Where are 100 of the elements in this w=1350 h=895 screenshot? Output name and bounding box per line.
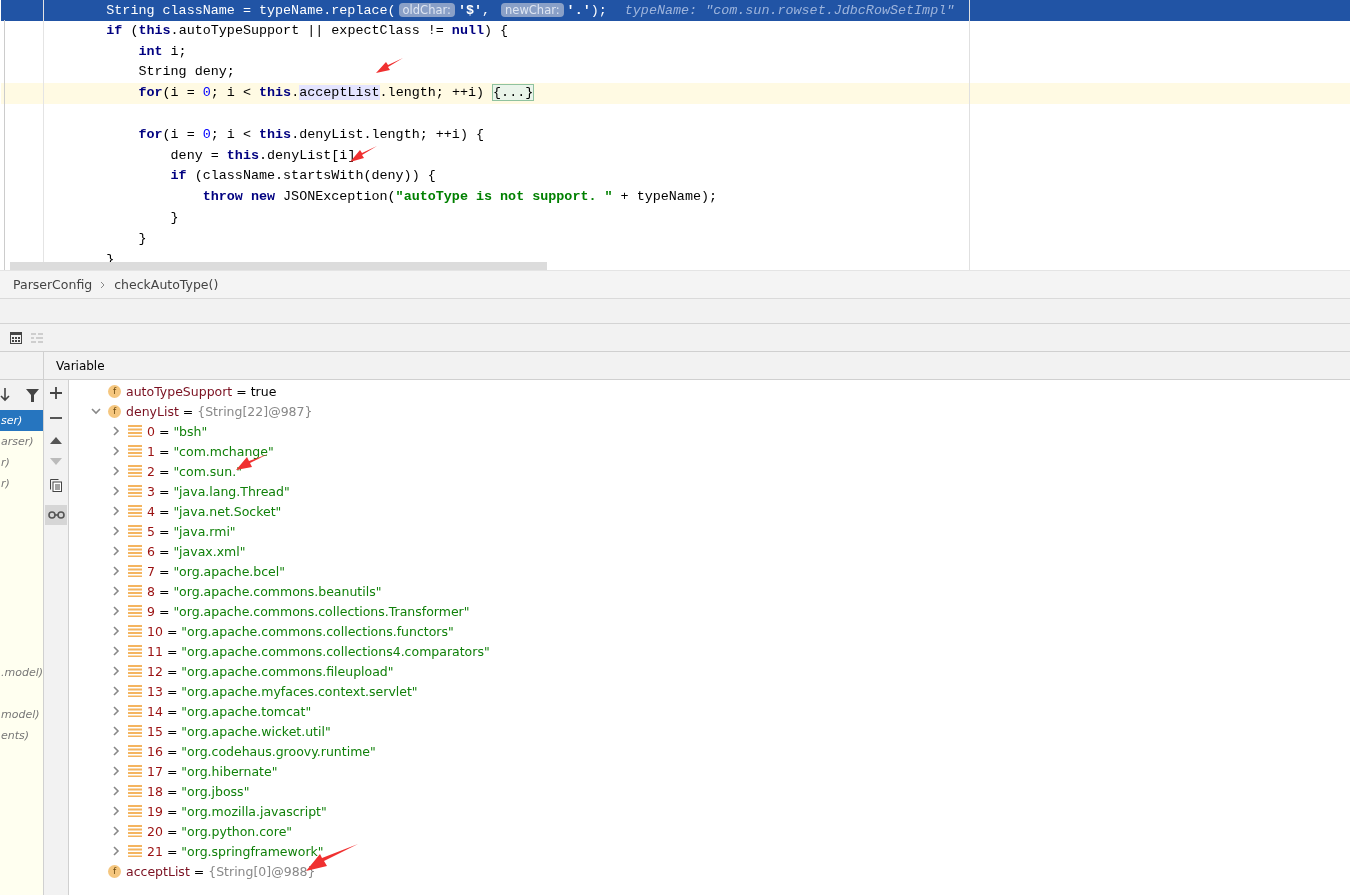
stack-frame[interactable]: r): [0, 473, 43, 494]
array-element-icon: [128, 605, 142, 617]
chevron-right-icon[interactable]: [111, 686, 121, 696]
chevron-down-icon[interactable]: [91, 406, 101, 416]
chevron-right-icon[interactable]: [111, 786, 121, 796]
variable-entry[interactable]: 10 = "org.apache.commons.collections.functors": [147, 623, 454, 639]
chevron-right-icon[interactable]: [111, 466, 121, 476]
array-element-icon: [128, 845, 142, 857]
array-element-icon: [128, 685, 142, 697]
code-line: String className = typeName.replace( oldChar: '$', newChar: '.'); typeName: "com.sun.rowset.JdbcRowSetImpl": [105, 3, 955, 18]
variable-entry[interactable]: 2 = "com.sun.": [147, 463, 242, 479]
chevron-right-icon[interactable]: [111, 566, 121, 576]
chevron-right-icon[interactable]: [111, 526, 121, 536]
variable-entry[interactable]: 12 = "org.apache.commons.fileupload": [147, 663, 394, 679]
array-element-icon: [128, 585, 142, 597]
chevron-right-icon[interactable]: [111, 586, 121, 596]
variable-entry[interactable]: 21 = "org.springframework": [147, 843, 324, 859]
breadcrumb-item[interactable]: ParserConfig: [13, 277, 93, 292]
variable-entry[interactable]: 19 = "org.mozilla.javascript": [147, 803, 327, 819]
variable-entry[interactable]: denyList = {String[22]@987}: [126, 403, 313, 419]
chevron-right-icon[interactable]: [111, 646, 121, 656]
chevron-right-icon[interactable]: [111, 846, 121, 856]
chevron-right-icon[interactable]: [111, 826, 121, 836]
variable-entry[interactable]: 1 = "com.mchange": [147, 443, 274, 459]
filter-icon[interactable]: [26, 388, 39, 402]
glasses-icon[interactable]: [45, 505, 67, 525]
stack-frame[interactable]: ents): [0, 725, 43, 746]
down-arrow-icon[interactable]: [0, 388, 10, 402]
code-line: for(i = 0; i < this.denyList.length; ++i) {: [137, 126, 484, 142]
array-element-icon: [128, 525, 142, 537]
chevron-right-icon[interactable]: [111, 446, 121, 456]
panel-title: Variable: [55, 358, 105, 373]
code-line: int i;: [137, 43, 187, 59]
copy-icon[interactable]: [50, 479, 62, 492]
chevron-right-icon[interactable]: [111, 546, 121, 556]
variable-entry[interactable]: 7 = "org.apache.bcel": [147, 563, 286, 579]
breadcrumb-item[interactable]: checkAutoType(): [114, 277, 219, 292]
variable-entry[interactable]: 4 = "java.net.Socket": [147, 503, 282, 519]
code-line: if (className.startsWith(deny)) {: [169, 168, 436, 184]
chevron-right-icon[interactable]: [111, 486, 121, 496]
chevron-right-icon[interactable]: [111, 506, 121, 516]
array-element-icon: [128, 665, 142, 677]
stack-frame[interactable]: model): [0, 704, 43, 725]
variable-entry[interactable]: 9 = "org.apache.commons.collections.Transformer": [147, 603, 470, 619]
variable-entry[interactable]: autoTypeSupport = true: [126, 383, 277, 399]
up-triangle-icon[interactable]: [50, 437, 62, 445]
chevron-right-icon[interactable]: [111, 766, 121, 776]
variable-entry[interactable]: 13 = "org.apache.myfaces.context.servlet": [147, 683, 418, 699]
array-element-icon: [128, 645, 142, 657]
array-element-icon: [128, 705, 142, 717]
array-element-icon: [128, 445, 142, 457]
variable-entry[interactable]: 0 = "bsh": [147, 423, 208, 439]
variable-entry[interactable]: acceptList = {String[0]@988}: [126, 863, 316, 879]
variable-entry[interactable]: 17 = "org.hibernate": [147, 763, 278, 779]
variable-entry[interactable]: 14 = "org.apache.tomcat": [147, 703, 312, 719]
chevron-right-icon[interactable]: [111, 666, 121, 676]
array-element-icon: [128, 485, 142, 497]
code-line: }: [169, 209, 179, 225]
array-element-icon: [128, 565, 142, 577]
chevron-icon: [100, 280, 107, 289]
array-element-icon: [128, 825, 142, 837]
variable-entry[interactable]: 16 = "org.codehaus.groovy.runtime": [147, 743, 376, 759]
stack-frame[interactable]: arser): [0, 431, 43, 452]
code-line: for(i = 0; i < this.acceptList.length; ++i) {...}: [137, 84, 535, 102]
array-element-icon: [128, 745, 142, 757]
variable-entry[interactable]: 8 = "org.apache.commons.beanutils": [147, 583, 382, 599]
variable-entry[interactable]: 15 = "org.apache.wicket.util": [147, 723, 331, 739]
field-icon: f: [108, 864, 121, 878]
variable-entry[interactable]: 6 = "javax.xml": [147, 543, 246, 559]
chevron-right-icon[interactable]: [111, 746, 121, 756]
field-icon: f: [108, 384, 121, 398]
array-element-icon: [128, 505, 142, 517]
array-element-icon: [128, 785, 142, 797]
array-element-icon: [128, 725, 142, 737]
variable-entry[interactable]: 5 = "java.rmi": [147, 523, 236, 539]
variable-entry[interactable]: 11 = "org.apache.commons.collections4.comparators": [147, 643, 490, 659]
chevron-right-icon[interactable]: [111, 626, 121, 636]
stack-frame[interactable]: .model): [0, 662, 43, 683]
array-element-icon: [128, 465, 142, 477]
code-line: }: [137, 230, 147, 246]
code-line: throw new JSONException("autoType is not support. " + typeName);: [201, 189, 718, 205]
code-line: String deny;: [137, 64, 235, 80]
chevron-right-icon[interactable]: [111, 606, 121, 616]
array-element-icon: [128, 545, 142, 557]
plus-icon[interactable]: [50, 387, 62, 399]
array-element-icon: [128, 625, 142, 637]
horizontal-scrollbar[interactable]: [10, 262, 547, 270]
chevron-right-icon[interactable]: [111, 706, 121, 716]
chevron-right-icon[interactable]: [111, 426, 121, 436]
variable-entry[interactable]: 20 = "org.python.core": [147, 823, 293, 839]
variable-entry[interactable]: 3 = "java.lang.Thread": [147, 483, 290, 499]
chevron-right-icon[interactable]: [111, 806, 121, 816]
variable-entry[interactable]: 18 = "org.jboss": [147, 783, 250, 799]
calculator-icon[interactable]: [10, 331, 22, 344]
stack-frame[interactable]: r): [0, 452, 43, 473]
array-element-icon: [128, 765, 142, 777]
array-element-icon: [128, 425, 142, 437]
chevron-right-icon[interactable]: [111, 726, 121, 736]
stack-frame[interactable]: ser): [0, 410, 43, 431]
array-element-icon: [128, 805, 142, 817]
